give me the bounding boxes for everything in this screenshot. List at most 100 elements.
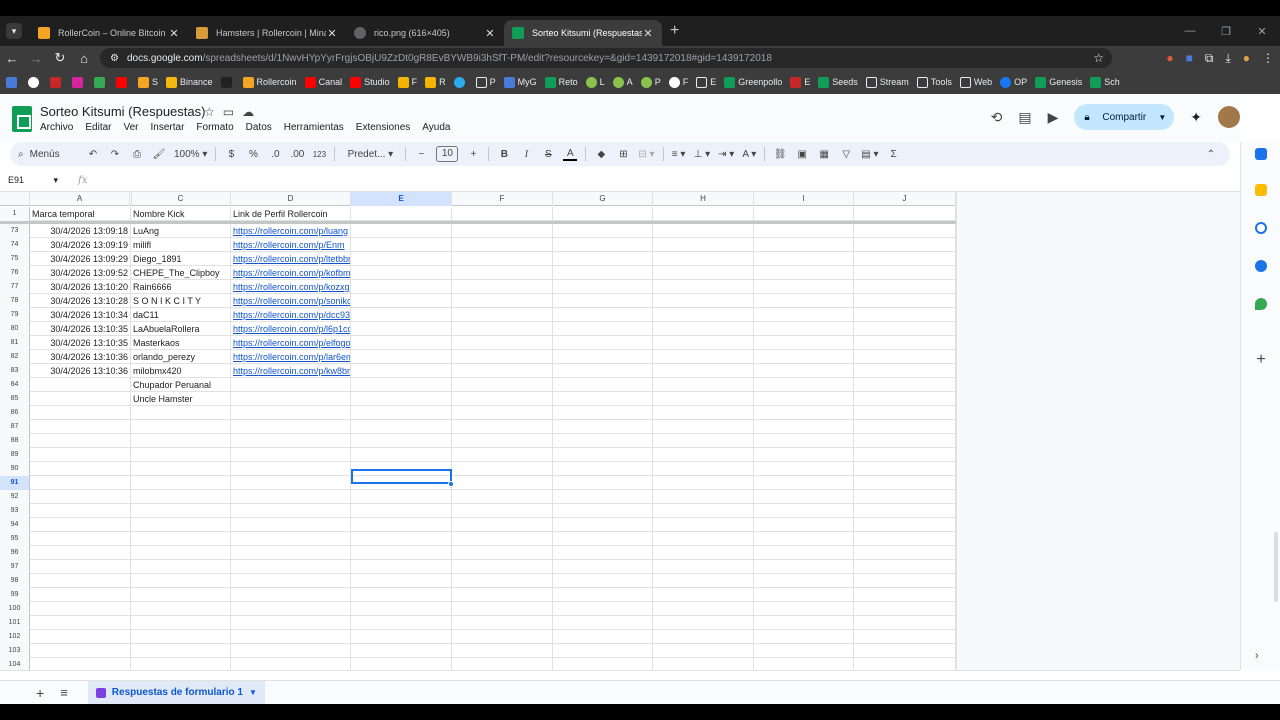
cell[interactable] [754,546,854,560]
cell[interactable] [754,238,854,252]
cell-a[interactable]: 30/4/2026 13:10:36 [30,364,131,378]
bookmark[interactable] [94,76,108,88]
cell[interactable] [351,238,452,252]
star-icon[interactable]: ☆ [204,105,215,119]
bookmark[interactable]: Seeds [818,76,858,88]
cell[interactable] [754,574,854,588]
select-all-corner[interactable] [0,192,30,206]
keep-icon[interactable] [1255,184,1267,196]
cell[interactable] [653,434,754,448]
cell-c[interactable] [131,602,231,616]
row-number[interactable]: 83 [0,364,30,378]
column-header-f[interactable]: F [452,192,553,206]
cell[interactable] [351,616,452,630]
cell-d[interactable]: https://rollercoin.com/p/ltetbbnk [231,252,351,266]
cell[interactable] [553,350,653,364]
profile-icon[interactable]: ● [1243,51,1250,65]
cell[interactable] [754,434,854,448]
bold-button[interactable]: B [497,149,511,160]
row-number[interactable]: 95 [0,532,30,546]
cell[interactable] [351,434,452,448]
cell-d[interactable] [231,434,351,448]
cell[interactable] [351,294,452,308]
row-number[interactable]: 87 [0,420,30,434]
cell[interactable] [452,224,553,238]
cell[interactable] [553,322,653,336]
cell[interactable] [754,448,854,462]
cell[interactable] [553,364,653,378]
cell[interactable] [754,644,854,658]
cell-c[interactable] [131,644,231,658]
cell[interactable] [553,238,653,252]
all-sheets-icon[interactable]: ≡ [60,685,68,700]
cell[interactable] [351,224,452,238]
cell-a[interactable] [30,574,131,588]
move-folder-icon[interactable]: ▭ [223,105,234,119]
row-number[interactable]: 101 [0,616,30,630]
row-number[interactable]: 99 [0,588,30,602]
cell[interactable] [553,658,653,670]
chevron-down-icon[interactable]: ▼ [249,688,257,697]
cell[interactable] [754,630,854,644]
extension-icon[interactable]: ● [1166,51,1173,65]
cell-c[interactable]: Uncle Hamster [131,392,231,406]
column-header-g[interactable]: G [553,192,653,206]
cell[interactable] [553,392,653,406]
close-icon[interactable]: ✕ [484,27,496,40]
bookmark[interactable]: R [425,76,446,88]
collapse-toolbar-icon[interactable]: ⌃ [1204,149,1218,160]
site-info-icon[interactable]: ⚙ [110,53,119,64]
cell[interactable] [452,602,553,616]
cell[interactable] [854,420,956,434]
cell[interactable] [754,560,854,574]
cell[interactable] [452,336,553,350]
paint-format-icon[interactable]: 🖌︎ [152,149,166,160]
cell[interactable] [653,224,754,238]
cell[interactable] [754,616,854,630]
cell[interactable] [653,420,754,434]
sheets-logo-icon[interactable] [12,106,32,132]
bookmark[interactable]: MyG [503,76,537,88]
cell-d[interactable] [231,448,351,462]
cell-a[interactable] [30,448,131,462]
cell[interactable] [351,280,452,294]
minimize-icon[interactable]: — [1172,25,1208,37]
text-rotation-icon[interactable]: A ▾ [742,149,756,160]
cell[interactable] [351,364,452,378]
cell-a[interactable] [30,462,131,476]
cell[interactable] [653,532,754,546]
cell[interactable] [553,476,653,490]
cell-d[interactable]: https://rollercoin.com/p/Enm [231,238,351,252]
bookmark[interactable]: E [790,76,810,88]
cell[interactable] [452,322,553,336]
cell[interactable] [452,280,553,294]
cell[interactable] [854,490,956,504]
cell[interactable] [854,266,956,280]
cell[interactable] [553,266,653,280]
cell-a[interactable]: 30/4/2026 13:10:35 [30,336,131,350]
cell[interactable] [452,434,553,448]
cell-a[interactable] [30,518,131,532]
cell-a[interactable]: 30/4/2026 13:10:35 [30,322,131,336]
cell[interactable] [854,630,956,644]
close-window-icon[interactable]: ✕ [1244,25,1280,38]
cell[interactable] [653,476,754,490]
cell[interactable] [452,308,553,322]
cell[interactable] [653,462,754,476]
maps-icon[interactable] [1255,298,1267,310]
cell[interactable] [653,602,754,616]
cell[interactable] [452,462,553,476]
cell[interactable] [553,406,653,420]
cell[interactable] [754,378,854,392]
align-vertical-icon[interactable]: ⊥ ▾ [694,149,711,160]
row-number[interactable]: 97 [0,560,30,574]
cell-d[interactable] [231,644,351,658]
row-number[interactable]: 78 [0,294,30,308]
cell[interactable] [553,252,653,266]
cell[interactable] [653,518,754,532]
chevron-down-icon[interactable]: ▼ [1158,113,1166,122]
calendar-icon[interactable] [1255,148,1267,160]
cell-d[interactable]: https://rollercoin.com/p/l6p1cqoo [231,322,351,336]
cell[interactable] [351,630,452,644]
cell[interactable] [754,252,854,266]
